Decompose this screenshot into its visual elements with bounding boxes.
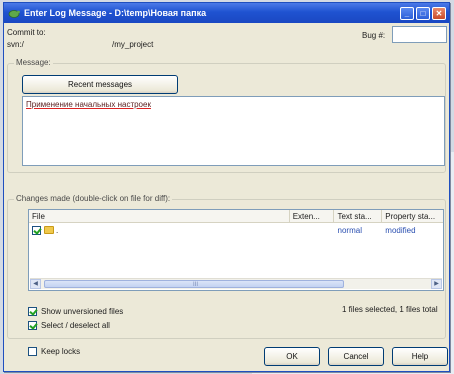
scroll-right-icon[interactable]: ▶ — [431, 279, 442, 289]
select-all-label: Select / deselect all — [41, 321, 110, 330]
message-group-label: Message: — [14, 58, 53, 67]
column-extension[interactable]: Exten... — [290, 210, 335, 222]
changes-group-label: Changes made (double-click on file for d… — [14, 194, 173, 203]
select-all-checkbox[interactable]: Select / deselect all — [28, 321, 110, 330]
keep-locks-check[interactable] — [28, 347, 37, 356]
keep-locks-checkbox[interactable]: Keep locks — [28, 347, 80, 356]
show-unversioned-check[interactable] — [28, 307, 37, 316]
maximize-button[interactable]: □ — [416, 6, 430, 20]
commit-to-label: Commit to: — [7, 28, 46, 37]
column-file[interactable]: File — [29, 210, 290, 222]
commit-url-prefix: svn:/ — [7, 40, 24, 49]
show-unversioned-label: Show unversioned files — [41, 307, 124, 316]
message-textarea[interactable]: Применение начальных настроек — [22, 96, 445, 166]
folder-icon — [44, 226, 54, 234]
list-item[interactable]: . normal modified — [29, 224, 443, 236]
file-name: . — [56, 225, 59, 235]
bug-number-input[interactable] — [392, 26, 447, 43]
changes-list[interactable]: File Exten... Text sta... Property sta..… — [28, 209, 444, 291]
scroll-thumb[interactable]: III — [44, 280, 344, 288]
keep-locks-label: Keep locks — [41, 347, 81, 356]
close-button[interactable]: ✕ — [432, 6, 446, 20]
message-text: Применение начальных настроек — [26, 100, 151, 109]
file-checkbox[interactable] — [32, 225, 41, 235]
bug-number-label: Bug #: — [362, 31, 386, 40]
column-text-status[interactable]: Text sta... — [334, 210, 383, 222]
show-unversioned-checkbox[interactable]: Show unversioned files — [28, 307, 123, 316]
cancel-button[interactable]: Cancel — [328, 347, 384, 366]
minimize-button[interactable]: _ — [400, 6, 414, 20]
title-bar: Enter Log Message - D:\temp\Новая папка … — [4, 3, 449, 23]
list-header: File Exten... Text sta... Property sta..… — [29, 210, 443, 223]
window-title: Enter Log Message - D:\temp\Новая папка — [24, 8, 207, 18]
file-text-status: normal — [337, 225, 362, 235]
select-all-check[interactable] — [28, 321, 37, 330]
help-button[interactable]: Help — [392, 347, 448, 366]
ok-button[interactable]: OK — [264, 347, 320, 366]
scroll-grip: III — [193, 282, 199, 288]
file-property-status: modified — [385, 225, 416, 235]
scroll-left-icon[interactable]: ◀ — [30, 279, 41, 289]
commit-url-suffix: /my_project — [112, 40, 154, 49]
selection-status: 1 files selected, 1 files total — [342, 305, 438, 314]
tortoise-svn-icon — [8, 10, 20, 18]
recent-messages-button[interactable]: Recent messages — [22, 75, 178, 94]
log-message-dialog: Enter Log Message - D:\temp\Новая папка … — [3, 2, 450, 372]
horizontal-scrollbar[interactable]: ◀ III ▶ — [30, 278, 442, 289]
column-property-status[interactable]: Property sta... — [382, 210, 443, 222]
